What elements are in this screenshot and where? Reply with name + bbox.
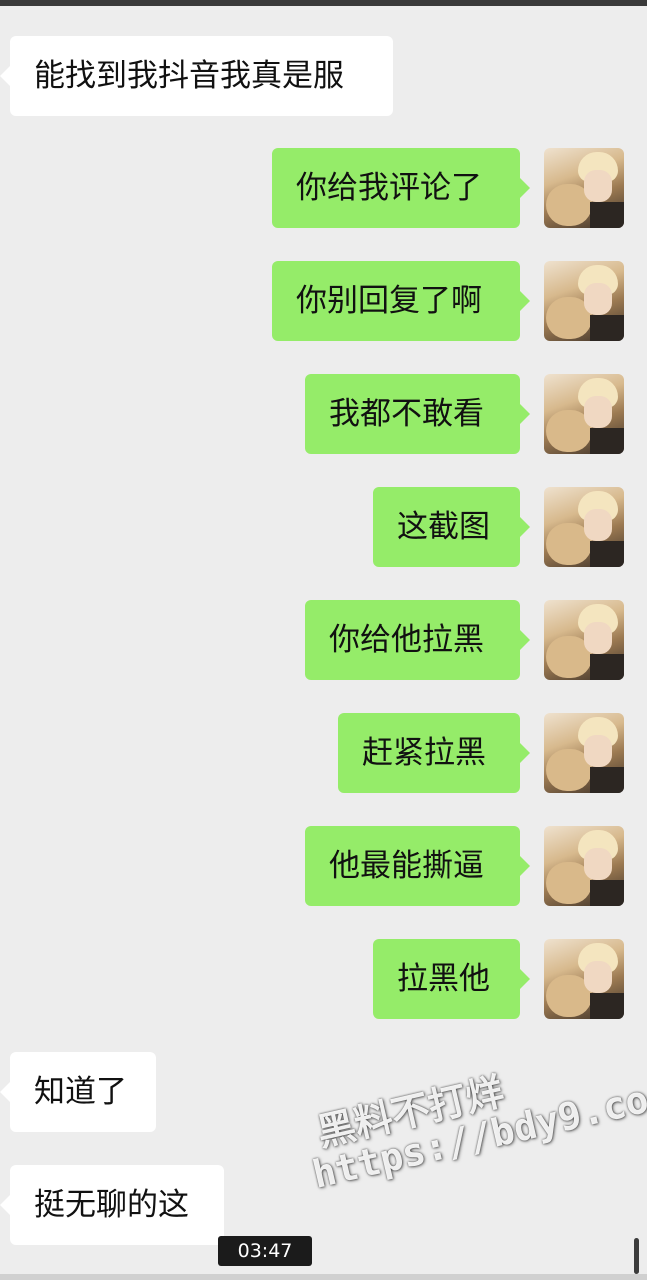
avatar-face-shape <box>584 509 612 541</box>
message-bubble-sent[interactable]: 我都不敢看 <box>305 374 530 454</box>
user-avatar[interactable] <box>544 261 624 341</box>
avatar-shirt-shape <box>590 315 624 341</box>
avatar-shirt-shape <box>590 428 624 454</box>
message-bubble-sent[interactable]: 拉黑他 <box>373 939 530 1019</box>
avatar-face-shape <box>584 961 612 993</box>
user-avatar[interactable] <box>544 374 624 454</box>
user-avatar[interactable] <box>544 826 624 906</box>
avatar-shirt-shape <box>590 541 624 567</box>
message-bubble-received[interactable]: 知道了 <box>0 1052 156 1132</box>
user-avatar[interactable] <box>544 713 624 793</box>
avatar-shirt-shape <box>590 202 624 228</box>
avatar-shirt-shape <box>590 767 624 793</box>
message-bubble-sent[interactable]: 你给他拉黑 <box>305 600 530 680</box>
message-bubble-sent[interactable]: 这截图 <box>373 487 530 567</box>
message-bubble-sent[interactable]: 你给我评论了 <box>272 148 530 228</box>
avatar-face-shape <box>584 622 612 654</box>
avatar-shirt-shape <box>590 654 624 680</box>
avatar-face-shape <box>584 848 612 880</box>
user-avatar[interactable] <box>544 939 624 1019</box>
avatar-face-shape <box>584 283 612 315</box>
message-bubble-sent[interactable]: 赶紧拉黑 <box>338 713 530 793</box>
avatar-shirt-shape <box>590 880 624 906</box>
user-avatar[interactable] <box>544 487 624 567</box>
bottom-strip <box>0 1274 647 1280</box>
scrollbar-thumb[interactable] <box>634 1238 639 1274</box>
user-avatar[interactable] <box>544 600 624 680</box>
message-bubble-received[interactable]: 能找到我抖音我真是服 <box>0 36 393 116</box>
avatar-shirt-shape <box>590 993 624 1019</box>
avatar-face-shape <box>584 735 612 767</box>
user-avatar[interactable] <box>544 148 624 228</box>
top-bar <box>0 0 647 6</box>
video-time-badge: 03:47 <box>218 1236 312 1266</box>
message-bubble-sent[interactable]: 你别回复了啊 <box>272 261 530 341</box>
watermark: 黑料不打烊 https://bdy9.co <box>300 1041 647 1197</box>
message-bubble-received[interactable]: 挺无聊的这 <box>0 1165 224 1245</box>
message-bubble-sent[interactable]: 他最能撕逼 <box>305 826 530 906</box>
avatar-face-shape <box>584 170 612 202</box>
avatar-face-shape <box>584 396 612 428</box>
